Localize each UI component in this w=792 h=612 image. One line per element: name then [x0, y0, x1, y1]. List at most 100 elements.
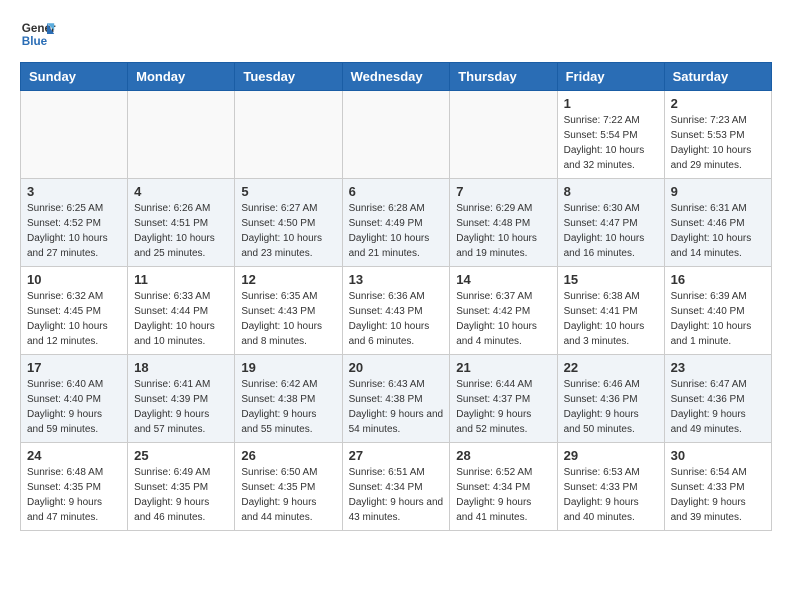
day-detail: Sunrise: 6:49 AM Sunset: 4:35 PM Dayligh… [134, 465, 228, 525]
calendar: SundayMondayTuesdayWednesdayThursdayFrid… [20, 62, 772, 531]
calendar-header-saturday: Saturday [664, 63, 771, 91]
day-detail: Sunrise: 6:35 AM Sunset: 4:43 PM Dayligh… [241, 289, 335, 349]
calendar-day [21, 91, 128, 179]
day-detail: Sunrise: 6:31 AM Sunset: 4:46 PM Dayligh… [671, 201, 765, 261]
calendar-header-friday: Friday [557, 63, 664, 91]
day-number: 22 [564, 360, 658, 375]
day-number: 14 [456, 272, 550, 287]
day-detail: Sunrise: 6:42 AM Sunset: 4:38 PM Dayligh… [241, 377, 335, 437]
day-number: 21 [456, 360, 550, 375]
day-detail: Sunrise: 6:32 AM Sunset: 4:45 PM Dayligh… [27, 289, 121, 349]
calendar-day: 17 Sunrise: 6:40 AM Sunset: 4:40 PM Dayli… [21, 355, 128, 443]
day-detail: Sunrise: 6:25 AM Sunset: 4:52 PM Dayligh… [27, 201, 121, 261]
calendar-header-monday: Monday [128, 63, 235, 91]
calendar-header-thursday: Thursday [450, 63, 557, 91]
calendar-day: 15Sunrise: 6:38 AM Sunset: 4:41 PM Dayli… [557, 267, 664, 355]
calendar-day: 11 Sunrise: 6:33 AM Sunset: 4:44 PM Dayli… [128, 267, 235, 355]
calendar-day: 8 Sunrise: 6:30 AM Sunset: 4:47 PM Daylig… [557, 179, 664, 267]
day-number: 27 [349, 448, 444, 463]
day-detail: Sunrise: 6:48 AM Sunset: 4:35 PM Dayligh… [27, 465, 121, 525]
calendar-day: 1 Sunrise: 7:22 AM Sunset: 5:54 PM Daylig… [557, 91, 664, 179]
day-detail: Sunrise: 6:39 AM Sunset: 4:40 PM Dayligh… [671, 289, 765, 349]
calendar-day: 21 Sunrise: 6:44 AM Sunset: 4:37 PM Dayli… [450, 355, 557, 443]
calendar-week-row: 10 Sunrise: 6:32 AM Sunset: 4:45 PM Dayli… [21, 267, 772, 355]
day-number: 25 [134, 448, 228, 463]
calendar-day: 29 Sunrise: 6:53 AM Sunset: 4:33 PM Dayli… [557, 443, 664, 531]
day-number: 16 [671, 272, 765, 287]
day-detail: Sunrise: 7:22 AM Sunset: 5:54 PM Dayligh… [564, 113, 658, 173]
calendar-day: 23 Sunrise: 6:47 AM Sunset: 4:36 PM Dayli… [664, 355, 771, 443]
day-detail: Sunrise: 6:30 AM Sunset: 4:47 PM Dayligh… [564, 201, 658, 261]
calendar-day [450, 91, 557, 179]
day-detail: Sunrise: 6:53 AM Sunset: 4:33 PM Dayligh… [564, 465, 658, 525]
calendar-day [342, 91, 450, 179]
day-number: 23 [671, 360, 765, 375]
day-detail: Sunrise: 6:37 AM Sunset: 4:42 PM Dayligh… [456, 289, 550, 349]
day-number: 4 [134, 184, 228, 199]
day-detail: Sunrise: 6:33 AM Sunset: 4:44 PM Dayligh… [134, 289, 228, 349]
calendar-day: 4 Sunrise: 6:26 AM Sunset: 4:51 PM Daylig… [128, 179, 235, 267]
day-number: 5 [241, 184, 335, 199]
calendar-day: 24 Sunrise: 6:48 AM Sunset: 4:35 PM Dayli… [21, 443, 128, 531]
day-detail: Sunrise: 6:43 AM Sunset: 4:38 PM Dayligh… [349, 377, 444, 437]
calendar-day: 13Sunrise: 6:36 AM Sunset: 4:43 PM Dayli… [342, 267, 450, 355]
calendar-day: 3 Sunrise: 6:25 AM Sunset: 4:52 PM Daylig… [21, 179, 128, 267]
day-number: 28 [456, 448, 550, 463]
day-detail: Sunrise: 7:23 AM Sunset: 5:53 PM Dayligh… [671, 113, 765, 173]
calendar-day: 16 Sunrise: 6:39 AM Sunset: 4:40 PM Dayli… [664, 267, 771, 355]
calendar-day: 30Sunrise: 6:54 AM Sunset: 4:33 PM Dayli… [664, 443, 771, 531]
day-number: 3 [27, 184, 121, 199]
calendar-day: 25 Sunrise: 6:49 AM Sunset: 4:35 PM Dayli… [128, 443, 235, 531]
day-detail: Sunrise: 6:52 AM Sunset: 4:34 PM Dayligh… [456, 465, 550, 525]
calendar-header-tuesday: Tuesday [235, 63, 342, 91]
day-number: 10 [27, 272, 121, 287]
day-detail: Sunrise: 6:50 AM Sunset: 4:35 PM Dayligh… [241, 465, 335, 525]
day-number: 2 [671, 96, 765, 111]
calendar-day: 10 Sunrise: 6:32 AM Sunset: 4:45 PM Dayli… [21, 267, 128, 355]
day-detail: Sunrise: 6:27 AM Sunset: 4:50 PM Dayligh… [241, 201, 335, 261]
day-detail: Sunrise: 6:40 AM Sunset: 4:40 PM Dayligh… [27, 377, 121, 437]
calendar-day: 6Sunrise: 6:28 AM Sunset: 4:49 PM Daylig… [342, 179, 450, 267]
calendar-day: 2 Sunrise: 7:23 AM Sunset: 5:53 PM Daylig… [664, 91, 771, 179]
svg-text:Blue: Blue [22, 35, 48, 48]
calendar-header-sunday: Sunday [21, 63, 128, 91]
day-number: 12 [241, 272, 335, 287]
header: General Blue [20, 16, 772, 52]
calendar-day: 28 Sunrise: 6:52 AM Sunset: 4:34 PM Dayli… [450, 443, 557, 531]
day-number: 20 [349, 360, 444, 375]
calendar-day: 14 Sunrise: 6:37 AM Sunset: 4:42 PM Dayli… [450, 267, 557, 355]
calendar-day [235, 91, 342, 179]
day-detail: Sunrise: 6:44 AM Sunset: 4:37 PM Dayligh… [456, 377, 550, 437]
day-number: 24 [27, 448, 121, 463]
calendar-day: 27Sunrise: 6:51 AM Sunset: 4:34 PM Dayli… [342, 443, 450, 531]
day-number: 17 [27, 360, 121, 375]
calendar-day: 22 Sunrise: 6:46 AM Sunset: 4:36 PM Dayli… [557, 355, 664, 443]
day-number: 1 [564, 96, 658, 111]
calendar-day: 19Sunrise: 6:42 AM Sunset: 4:38 PM Dayli… [235, 355, 342, 443]
day-detail: Sunrise: 6:54 AM Sunset: 4:33 PM Dayligh… [671, 465, 765, 525]
calendar-day: 26 Sunrise: 6:50 AM Sunset: 4:35 PM Dayli… [235, 443, 342, 531]
logo-icon: General Blue [20, 16, 56, 52]
day-detail: Sunrise: 6:47 AM Sunset: 4:36 PM Dayligh… [671, 377, 765, 437]
day-detail: Sunrise: 6:41 AM Sunset: 4:39 PM Dayligh… [134, 377, 228, 437]
calendar-day: 9 Sunrise: 6:31 AM Sunset: 4:46 PM Daylig… [664, 179, 771, 267]
calendar-day [128, 91, 235, 179]
calendar-day: 20 Sunrise: 6:43 AM Sunset: 4:38 PM Dayli… [342, 355, 450, 443]
day-detail: Sunrise: 6:26 AM Sunset: 4:51 PM Dayligh… [134, 201, 228, 261]
day-detail: Sunrise: 6:46 AM Sunset: 4:36 PM Dayligh… [564, 377, 658, 437]
day-number: 13 [349, 272, 444, 287]
day-number: 8 [564, 184, 658, 199]
calendar-header-wednesday: Wednesday [342, 63, 450, 91]
day-number: 9 [671, 184, 765, 199]
day-number: 7 [456, 184, 550, 199]
calendar-day: 7Sunrise: 6:29 AM Sunset: 4:48 PM Daylig… [450, 179, 557, 267]
calendar-day: 18Sunrise: 6:41 AM Sunset: 4:39 PM Dayli… [128, 355, 235, 443]
day-number: 6 [349, 184, 444, 199]
calendar-header-row: SundayMondayTuesdayWednesdayThursdayFrid… [21, 63, 772, 91]
calendar-day: 12 Sunrise: 6:35 AM Sunset: 4:43 PM Dayli… [235, 267, 342, 355]
day-number: 29 [564, 448, 658, 463]
calendar-day: 5 Sunrise: 6:27 AM Sunset: 4:50 PM Daylig… [235, 179, 342, 267]
calendar-week-row: 17 Sunrise: 6:40 AM Sunset: 4:40 PM Dayli… [21, 355, 772, 443]
day-number: 26 [241, 448, 335, 463]
day-number: 11 [134, 272, 228, 287]
